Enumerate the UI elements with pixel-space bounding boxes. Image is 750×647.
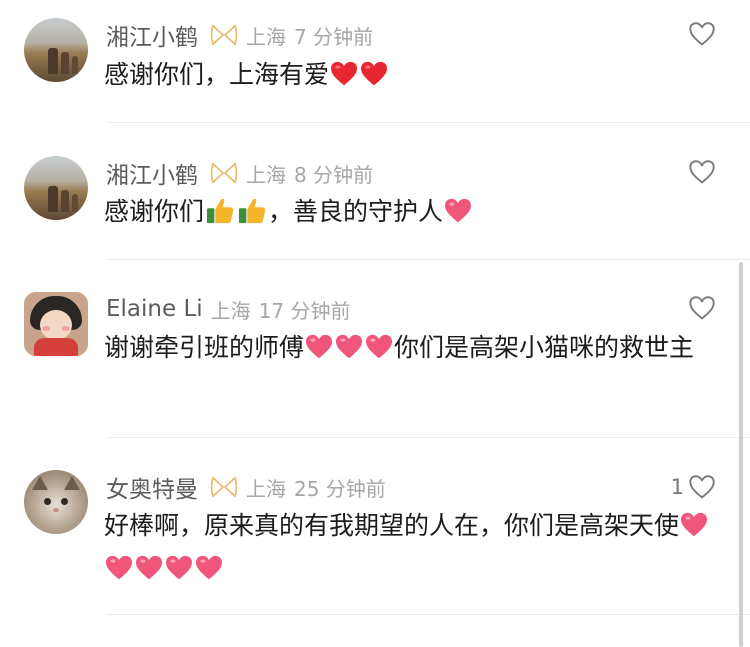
pink-heart-emoji-icon <box>165 555 193 581</box>
thumbs-up-emoji-icon <box>205 197 235 225</box>
like-button[interactable] <box>684 295 716 321</box>
avatar[interactable] <box>24 156 88 220</box>
heart-outline-icon[interactable] <box>688 295 716 321</box>
thumbs-up-emoji-icon <box>237 197 267 225</box>
heart-outline-icon[interactable] <box>688 21 716 47</box>
timestamp: 17 分钟前 <box>258 298 351 323</box>
like-button[interactable] <box>684 21 716 47</box>
location-label: 上海 <box>210 298 251 323</box>
ribbon-badge-icon <box>210 476 238 498</box>
location-label: 上海 <box>246 162 286 187</box>
pink-heart-emoji-icon <box>444 198 472 224</box>
comment-text-body: 感谢你们，上海有爱 <box>104 60 330 89</box>
comment-text-body: ，善良的守护人 <box>268 197 444 226</box>
ribbon-badge-icon <box>210 162 238 184</box>
heart-outline-icon[interactable] <box>688 474 716 500</box>
comment-text-body: 感谢你们 <box>104 197 205 226</box>
pink-heart-emoji-icon <box>195 555 223 581</box>
avatar[interactable] <box>24 470 88 534</box>
divider <box>106 259 750 260</box>
pink-heart-emoji-icon <box>680 512 708 538</box>
comment-text: 感谢你们 ，善良的守护人 <box>104 190 714 233</box>
comment-text: 好棒啊，原来真的有我期望的人在，你们是高架天使 <box>104 504 714 590</box>
comment-meta: 湘江小鹤 上海 7 分钟前 <box>106 18 373 52</box>
username[interactable]: 湘江小鹤 <box>106 18 198 52</box>
divider <box>106 437 750 438</box>
divider <box>106 122 750 123</box>
red-heart-emoji-icon <box>330 61 358 87</box>
scrollbar[interactable] <box>739 262 743 647</box>
timestamp: 8 分钟前 <box>294 162 374 187</box>
comment-meta: 女奥特曼 上海 25 分钟前 <box>106 470 386 504</box>
like-button[interactable] <box>684 159 716 185</box>
pink-heart-emoji-icon <box>335 334 363 360</box>
like-button[interactable]: 1 <box>671 474 716 500</box>
location-label: 上海 <box>246 476 286 501</box>
like-count: 1 <box>670 475 684 499</box>
username[interactable]: Elaine Li <box>106 296 203 322</box>
location-label: 上海 <box>246 24 286 49</box>
avatar[interactable] <box>24 18 88 82</box>
red-heart-emoji-icon <box>360 61 388 87</box>
comment-text: 感谢你们，上海有爱 <box>104 53 714 96</box>
username[interactable]: 湘江小鹤 <box>106 156 198 190</box>
pink-heart-emoji-icon <box>135 555 163 581</box>
ribbon-badge-icon <box>210 24 238 46</box>
divider <box>106 614 750 615</box>
pink-heart-emoji-icon <box>365 334 393 360</box>
comment-text-body: 好棒啊，原来真的有我期望的人在，你们是高架天使 <box>104 511 680 540</box>
comment-text: 谢谢牵引班的师傅 你们是高架小猫咪的救世主 <box>104 326 704 369</box>
comment-text-body: 谢谢牵引班的师傅 <box>104 333 305 362</box>
avatar[interactable] <box>24 292 88 356</box>
timestamp: 7 分钟前 <box>294 24 374 49</box>
username[interactable]: 女奥特曼 <box>106 470 198 504</box>
heart-outline-icon[interactable] <box>688 159 716 185</box>
pink-heart-emoji-icon <box>105 555 133 581</box>
timestamp: 25 分钟前 <box>294 476 386 501</box>
comment-meta: Elaine Li 上海 17 分钟前 <box>106 292 350 326</box>
comment-meta: 湘江小鹤 上海 8 分钟前 <box>106 156 373 190</box>
pink-heart-emoji-icon <box>305 334 333 360</box>
comment-text-body: 你们是高架小猫咪的救世主 <box>394 333 695 362</box>
